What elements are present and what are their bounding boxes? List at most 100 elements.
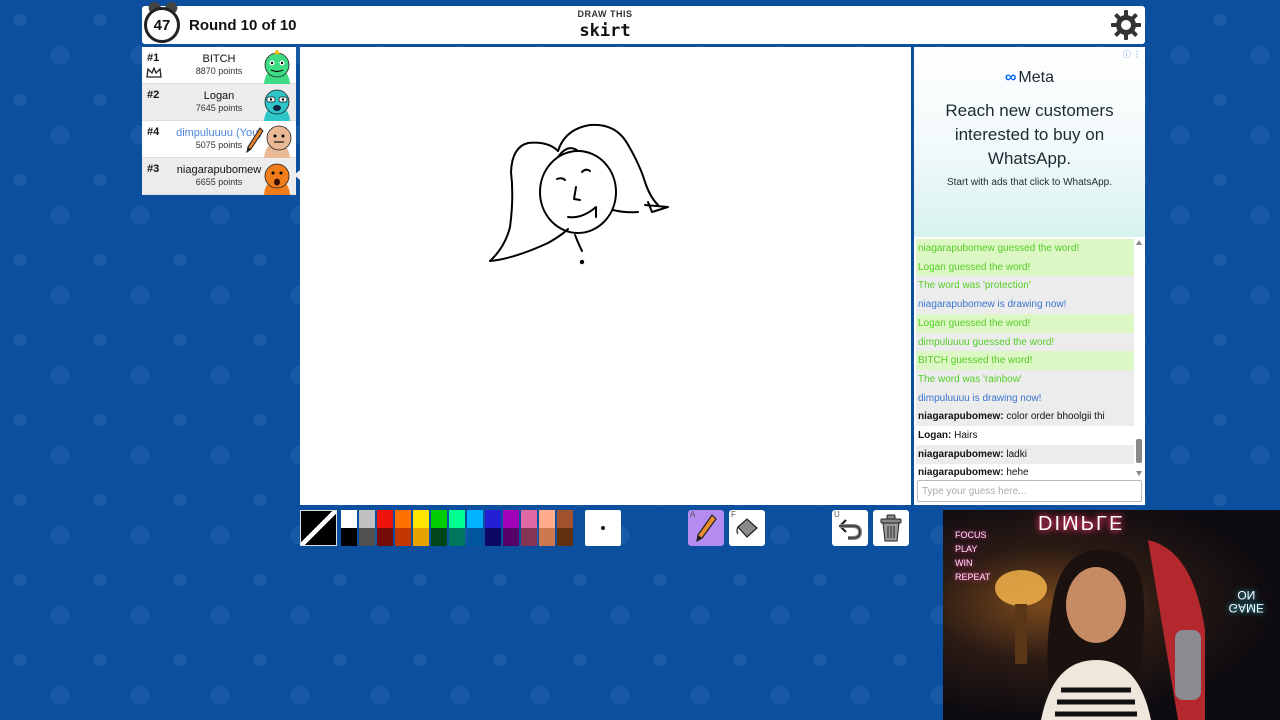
player-name: niagarapubomew	[176, 164, 262, 176]
game-header: 47 Round 10 of 10 DRAW THIS skirt	[142, 0, 1145, 44]
chat-message: niagarapubomew: color order bhoolgii thi	[916, 407, 1134, 427]
chat-message: dimpuluuuu guessed the word!	[916, 332, 1134, 352]
chat-message: Logan guessed the word!	[916, 313, 1134, 333]
brush-size-dot	[601, 526, 605, 530]
player-avatar	[264, 49, 290, 84]
color-swatch[interactable]	[485, 510, 501, 528]
paint-bucket-icon	[736, 518, 758, 538]
clear-canvas-button[interactable]	[873, 510, 909, 546]
current-word: skirt	[579, 21, 631, 41]
chat-message: The word was 'rainbow'	[916, 369, 1134, 389]
color-swatch[interactable]	[449, 528, 465, 546]
color-swatch[interactable]	[503, 528, 519, 546]
meta-logo-icon: ∞	[1005, 69, 1017, 86]
color-palette	[341, 510, 581, 546]
chat-panel: niagarapubomew guessed the word! Logan gu…	[914, 237, 1145, 505]
player-name: Logan	[203, 90, 235, 102]
scroll-down-arrow-icon[interactable]	[1136, 471, 1142, 476]
color-swatch[interactable]	[521, 510, 537, 528]
undo-button[interactable]: U	[832, 510, 868, 546]
ad-subtext: Start with ads that click to WhatsApp.	[946, 177, 1113, 188]
chat-text: ladki	[1006, 448, 1027, 460]
player-row[interactable]: #4 dimpuluuuu (You) 5075 points	[142, 121, 296, 158]
settings-button[interactable]	[1109, 8, 1143, 42]
guess-input[interactable]	[917, 480, 1142, 502]
color-swatch[interactable]	[359, 528, 375, 546]
trash-icon	[880, 514, 902, 542]
streamer-video	[995, 540, 1205, 720]
color-swatch[interactable]	[557, 528, 573, 546]
player-rank: #3	[147, 163, 160, 175]
player-rank: #4	[147, 126, 160, 138]
pencil-icon	[696, 514, 717, 542]
color-swatch[interactable]	[467, 528, 483, 546]
scroll-up-arrow-icon[interactable]	[1136, 240, 1142, 245]
color-swatch[interactable]	[467, 510, 483, 528]
chat-message: niagarapubomew: ladki	[916, 444, 1134, 464]
round-timer: 47	[142, 0, 182, 46]
color-swatch[interactable]	[413, 528, 429, 546]
player-rank: #1	[147, 52, 160, 64]
color-swatch[interactable]	[431, 528, 447, 546]
chat-author: Logan:	[918, 430, 952, 441]
pen-tool-button[interactable]: A	[688, 510, 724, 546]
color-swatch[interactable]	[341, 510, 357, 528]
chat-message: Logan: Hairs	[916, 426, 1134, 445]
current-color-swatch[interactable]	[300, 510, 337, 546]
shortcut-key-label: A	[690, 510, 696, 519]
drawing-sketch	[489, 123, 669, 265]
color-swatch[interactable]	[449, 510, 465, 528]
chat-text: Hairs	[954, 430, 978, 441]
color-swatch[interactable]	[503, 510, 519, 528]
player-row[interactable]: #2 Logan 7645 points	[142, 84, 296, 121]
chat-author: niagarapubomew:	[918, 448, 1004, 460]
chat-message: Logan guessed the word!	[916, 257, 1134, 277]
player-row[interactable]: #3 niagarapubomew 6655 points	[142, 158, 296, 195]
scrollbar-thumb[interactable]	[1136, 439, 1142, 463]
shortcut-key-label: U	[834, 510, 840, 519]
player-avatar	[264, 89, 290, 121]
color-swatch[interactable]	[395, 528, 411, 546]
color-swatch[interactable]	[521, 528, 537, 546]
player-points: 6655 points	[195, 177, 243, 187]
chat-message: niagarapubomew guessed the word!	[916, 239, 1134, 258]
color-swatch[interactable]	[377, 528, 393, 546]
color-swatch[interactable]	[341, 528, 357, 546]
color-swatch[interactable]	[431, 510, 447, 528]
chat-text: hehe	[1006, 467, 1029, 479]
player-name: BITCH	[202, 53, 236, 65]
color-swatch[interactable]	[557, 510, 573, 528]
drawing-canvas[interactable]	[300, 47, 911, 505]
ad-brand: ∞ Meta	[1005, 69, 1054, 86]
color-swatch[interactable]	[395, 510, 411, 528]
player-row[interactable]: #1 BITCH 8870 points	[142, 47, 296, 84]
player-points: 8870 points	[195, 66, 243, 76]
color-swatch[interactable]	[539, 528, 555, 546]
color-swatch[interactable]	[377, 510, 393, 528]
chat-scrollbar[interactable]	[1135, 239, 1143, 477]
player-list: #1 BITCH 8870 points #2 Logan 7645 point…	[142, 47, 296, 195]
brush-size-button[interactable]	[585, 510, 621, 546]
color-swatch[interactable]	[413, 510, 429, 528]
ad-headline: Reach new customers interested to buy on…	[945, 101, 1114, 168]
pencil-icon	[246, 127, 264, 153]
advertisement-panel[interactable]: ⓘ ⋮ ∞ Meta Reach new customers interested…	[914, 47, 1145, 237]
gear-icon	[1111, 10, 1141, 40]
player-rank: #2	[147, 89, 160, 101]
player-avatar	[264, 125, 292, 158]
word-hint-label: DRAW THIS	[577, 9, 633, 19]
chat-message: niagarapubomew is drawing now!	[916, 295, 1134, 315]
color-swatch[interactable]	[359, 510, 375, 528]
fill-tool-button[interactable]: F	[729, 510, 765, 546]
color-swatch[interactable]	[485, 528, 501, 546]
player-avatar	[264, 163, 290, 195]
chat-text: color order bhoolgii thi	[1006, 411, 1105, 423]
color-swatch[interactable]	[539, 510, 555, 528]
ad-choices-icon[interactable]: ⓘ ⋮	[1123, 49, 1141, 60]
chat-author: niagarapubomew:	[918, 411, 1004, 423]
timer-value: 47	[144, 7, 180, 43]
shortcut-key-label: F	[731, 510, 736, 519]
chat-message: dimpuluuuu is drawing now!	[916, 388, 1134, 408]
crown-icon	[146, 67, 162, 78]
chat-message: BITCH guessed the word!	[916, 351, 1134, 371]
